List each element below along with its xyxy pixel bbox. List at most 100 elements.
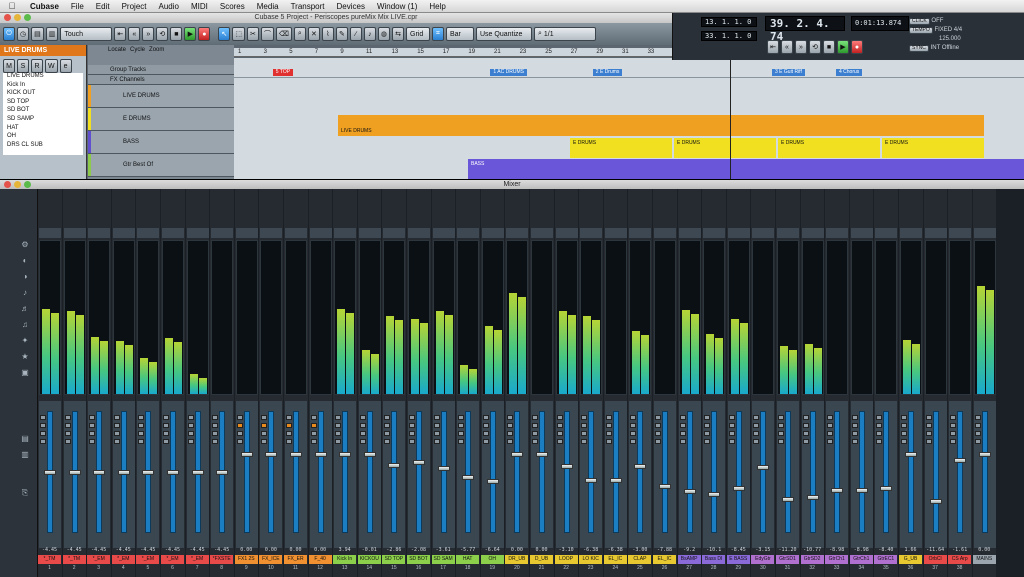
menu-devices[interactable]: Devices xyxy=(331,2,371,11)
cycle-icon[interactable]: ⟲ xyxy=(809,40,821,54)
read-button[interactable] xyxy=(728,431,735,436)
volume-fader[interactable] xyxy=(782,411,794,533)
inspector-track-name[interactable]: LIVE DRUMS xyxy=(0,45,86,56)
volume-readout[interactable]: -9.2 xyxy=(678,547,701,554)
volume-readout[interactable]: 0.00 xyxy=(973,547,996,554)
volume-readout[interactable]: -3.00 xyxy=(628,547,651,554)
menu-file[interactable]: File xyxy=(65,2,90,11)
fader-handle[interactable] xyxy=(142,469,155,475)
read-button[interactable] xyxy=(556,431,563,436)
channel-header[interactable] xyxy=(801,228,824,238)
write-button[interactable] xyxy=(679,439,686,444)
write-button[interactable] xyxy=(89,439,96,444)
channel-name[interactable]: FX_ER xyxy=(284,555,307,564)
fader-handle[interactable] xyxy=(585,477,598,483)
read-button[interactable] xyxy=(630,431,637,436)
channel-name[interactable]: E BASS xyxy=(726,555,750,564)
read-button[interactable] xyxy=(187,431,194,436)
channel-name[interactable]: CLAP xyxy=(628,555,652,564)
mute-button[interactable] xyxy=(876,415,883,420)
mute-button[interactable] xyxy=(581,415,588,420)
mute-button[interactable] xyxy=(113,415,120,420)
volume-readout[interactable]: -8.98 xyxy=(850,547,873,554)
marker[interactable]: 4 Chorus xyxy=(836,69,863,76)
show-fx-icon[interactable]: ✦ xyxy=(20,337,30,345)
mute-button[interactable] xyxy=(482,415,489,420)
menu-window[interactable]: Window (1) xyxy=(371,2,423,11)
read-button[interactable] xyxy=(482,431,489,436)
track-e-drums[interactable]: E DRUMS xyxy=(88,108,234,131)
channel-name[interactable]: Kick In xyxy=(333,555,357,564)
solo-button[interactable] xyxy=(974,423,981,428)
menu-media[interactable]: Media xyxy=(251,2,285,11)
volume-readout[interactable]: 0.00 xyxy=(309,547,332,554)
write-button[interactable] xyxy=(876,439,883,444)
show-midi-icon[interactable]: ♬ xyxy=(20,305,30,313)
zoom-tool[interactable]: ⌕ xyxy=(293,27,306,41)
volume-fader[interactable] xyxy=(93,411,106,533)
fader-handle[interactable] xyxy=(486,478,499,484)
read-button[interactable] xyxy=(212,431,219,436)
read-button[interactable] xyxy=(261,431,268,436)
position-time[interactable]: 0:01:13.874 xyxy=(851,16,909,31)
fader-handle[interactable] xyxy=(978,452,991,457)
volume-readout[interactable]: -8.40 xyxy=(874,547,897,554)
volume-readout[interactable]: 0.00 xyxy=(530,547,553,554)
read-button[interactable] xyxy=(40,431,46,436)
solo-button[interactable] xyxy=(261,423,268,428)
channel-header[interactable] xyxy=(506,228,529,238)
volume-readout[interactable]: 0.00 xyxy=(284,547,307,554)
fader-handle[interactable] xyxy=(831,487,844,493)
position-bars[interactable]: 39. 2. 4. 74 xyxy=(765,16,845,43)
volume-fader[interactable] xyxy=(806,411,819,533)
write-button[interactable] xyxy=(261,439,268,444)
channel-name[interactable]: SD BOT xyxy=(407,555,430,564)
volume-readout[interactable]: -4.45 xyxy=(87,547,110,554)
channel-header[interactable] xyxy=(63,228,86,238)
split-tool[interactable]: ✂ xyxy=(246,27,259,41)
record-button[interactable]: ● xyxy=(198,27,211,41)
channel-header[interactable] xyxy=(112,228,135,238)
solo-button[interactable] xyxy=(409,423,415,428)
write-button[interactable] xyxy=(532,439,538,444)
channel-name[interactable]: OH xyxy=(480,555,504,564)
write-button[interactable] xyxy=(64,439,71,444)
zoom-icon[interactable] xyxy=(24,181,31,188)
solo-button[interactable] xyxy=(482,423,489,428)
click-button[interactable]: CLICK xyxy=(909,18,930,25)
volume-fader[interactable] xyxy=(191,411,204,533)
volume-fader[interactable] xyxy=(880,411,893,533)
volume-readout[interactable]: -2.08 xyxy=(407,547,430,554)
read-button[interactable] xyxy=(802,431,809,436)
write-button[interactable] xyxy=(335,439,342,444)
mute-button[interactable] xyxy=(704,415,711,420)
write-button[interactable] xyxy=(40,439,46,444)
show-instrument-icon[interactable]: ♫ xyxy=(20,321,30,329)
channel-name[interactable]: G_UB xyxy=(899,555,922,564)
tempo-value[interactable]: 125.000 xyxy=(939,36,961,42)
channel-header[interactable] xyxy=(555,228,578,238)
zoom-icon[interactable] xyxy=(24,14,31,21)
channel-name[interactable]: EL_IC xyxy=(653,555,676,564)
solo-button[interactable] xyxy=(163,423,169,428)
track-bass[interactable]: BASS xyxy=(88,131,234,154)
mute-button[interactable] xyxy=(310,415,317,420)
write-button[interactable] xyxy=(236,439,243,444)
close-icon[interactable] xyxy=(4,181,11,188)
channel-header[interactable] xyxy=(826,228,849,238)
solo-button[interactable] xyxy=(433,423,440,428)
fader-handle[interactable] xyxy=(388,463,401,469)
show-audio-icon[interactable]: ♪ xyxy=(20,289,30,297)
write-button[interactable] xyxy=(409,439,415,444)
fader-handle[interactable] xyxy=(117,469,130,475)
app-menu[interactable]: Cubase xyxy=(24,2,65,11)
volume-readout[interactable]: -10.1 xyxy=(702,547,725,554)
channel-header[interactable] xyxy=(604,228,627,238)
read-button[interactable] xyxy=(704,431,711,436)
write-button[interactable] xyxy=(482,439,489,444)
fader-handle[interactable] xyxy=(905,452,917,457)
volume-readout[interactable]: -3.61 xyxy=(432,547,455,554)
mute-button[interactable] xyxy=(556,415,563,420)
fader-handle[interactable] xyxy=(880,485,893,491)
show-inspector-button[interactable]: ▤ xyxy=(31,27,44,41)
